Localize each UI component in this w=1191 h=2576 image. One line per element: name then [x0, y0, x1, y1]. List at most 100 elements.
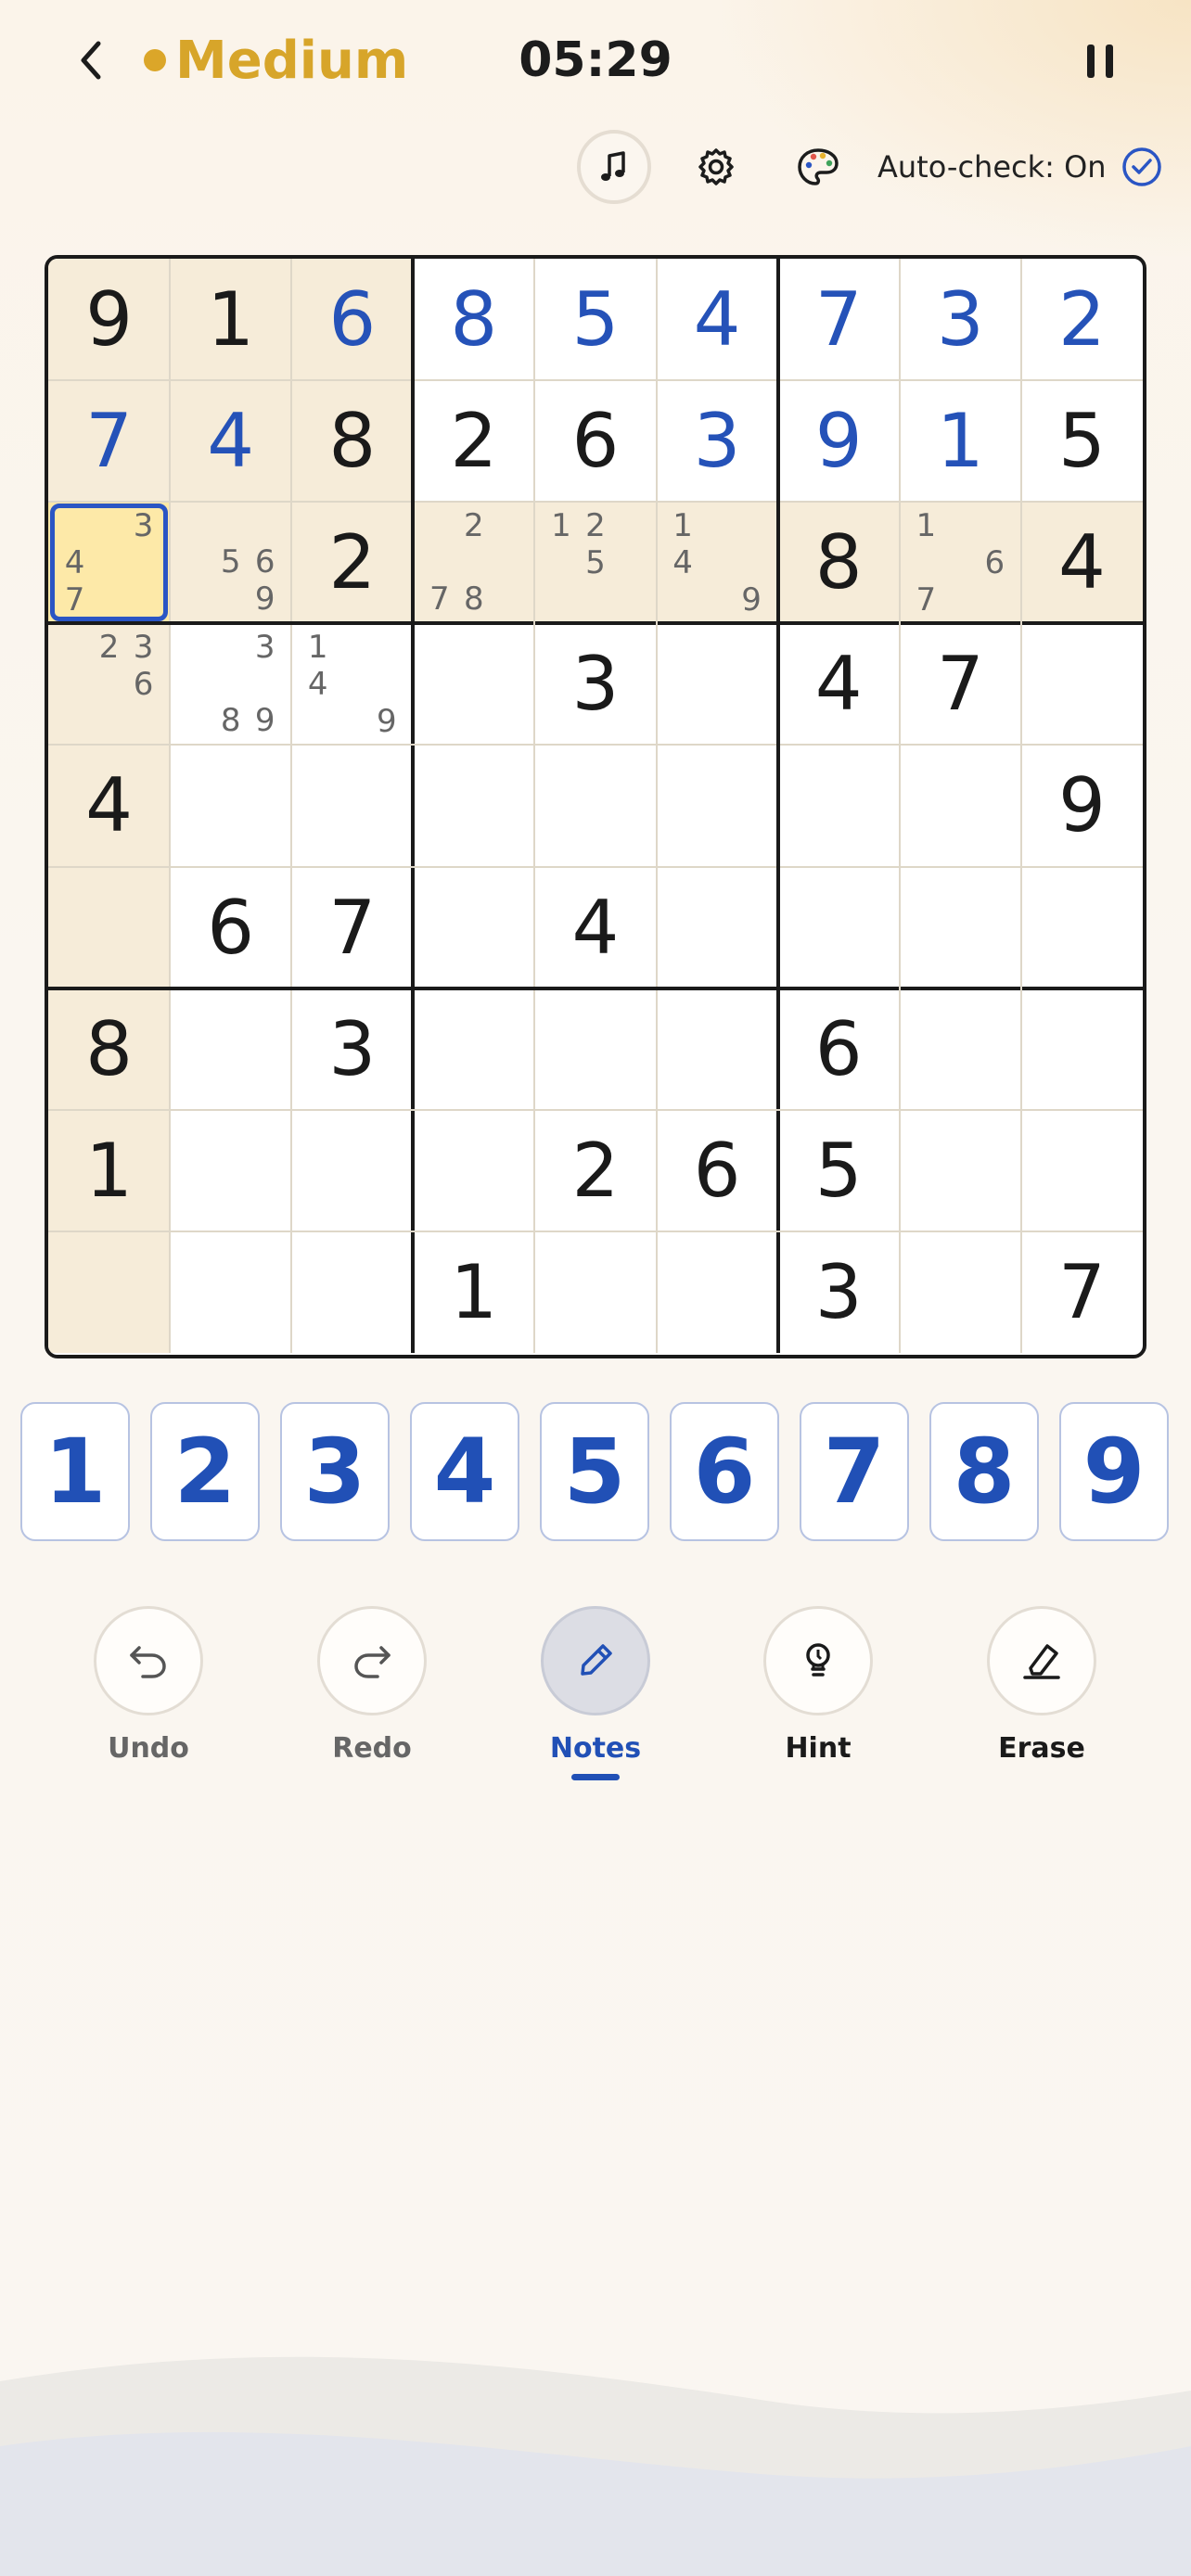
board-cell[interactable] [170, 1231, 291, 1353]
board-cell[interactable] [657, 1231, 778, 1353]
board-cell[interactable]: 9 [778, 380, 900, 502]
undo-button[interactable]: Undo [74, 1606, 223, 1765]
board-cell[interactable]: 4 [170, 380, 292, 503]
board-cell[interactable] [48, 1231, 171, 1353]
number-key-9[interactable]: 9 [1059, 1402, 1169, 1541]
music-button[interactable] [577, 130, 651, 204]
number-key-2[interactable]: 2 [150, 1402, 260, 1541]
board-cell[interactable] [413, 988, 534, 1110]
board-cell[interactable]: 7 [291, 867, 413, 988]
board-cell[interactable]: 4 [1020, 502, 1143, 624]
board-cell[interactable]: 7 [778, 259, 900, 380]
notes-button[interactable]: Notes [521, 1606, 670, 1780]
number-key-8[interactable]: 8 [929, 1402, 1039, 1541]
board-cell[interactable]: 6 [534, 380, 656, 502]
board-cell[interactable] [657, 745, 778, 866]
number-key-4[interactable]: 4 [410, 1402, 519, 1541]
board-cell[interactable] [48, 866, 171, 988]
board-cell[interactable] [1021, 623, 1143, 745]
board-cell[interactable] [291, 1231, 413, 1353]
board-cell[interactable] [900, 1231, 1021, 1353]
number-key-5[interactable]: 5 [540, 1402, 649, 1541]
number-key-7[interactable]: 7 [800, 1402, 909, 1541]
board-cell[interactable]: 4 [657, 259, 778, 380]
number-key-6[interactable]: 6 [670, 1402, 779, 1541]
board-cell[interactable] [657, 988, 778, 1110]
board-cell[interactable] [778, 745, 900, 866]
board-cell[interactable]: 3 [900, 259, 1021, 380]
board-cell[interactable]: 1 [413, 1231, 534, 1353]
board-cell[interactable] [1021, 988, 1143, 1110]
board-cell[interactable]: 2 [291, 502, 414, 624]
board-cell[interactable] [413, 1110, 534, 1231]
number-key-3[interactable]: 3 [280, 1402, 390, 1541]
board-cell[interactable] [900, 1110, 1021, 1231]
board-cell[interactable] [657, 623, 778, 745]
board-cell[interactable]: 8 [291, 380, 414, 503]
board-cell[interactable]: 14 9 [656, 502, 778, 624]
board-cell[interactable]: 8 [413, 259, 534, 380]
board-cell[interactable]: 389 [170, 623, 291, 745]
redo-button[interactable]: Redo [298, 1606, 446, 1765]
board-cell[interactable] [657, 867, 778, 988]
board-cell[interactable] [413, 623, 534, 745]
board-cell[interactable]: 2 [1021, 259, 1143, 380]
board-cell[interactable] [534, 988, 656, 1110]
board-cell[interactable] [534, 1231, 656, 1353]
board-cell[interactable]: 2 [413, 380, 534, 502]
board-cell[interactable] [900, 988, 1021, 1110]
board-cell[interactable]: 1 [170, 259, 292, 381]
board-cell[interactable]: 1 6 7 [899, 502, 1021, 624]
board-cell[interactable]: 3 [657, 380, 778, 502]
board-cell[interactable]: 5 [534, 259, 656, 380]
board-cell[interactable]: 4 [48, 745, 171, 867]
board-cell[interactable]: 569 [170, 502, 292, 624]
board-cell[interactable] [413, 745, 534, 866]
board-cell[interactable]: 7 [48, 380, 171, 503]
board-cell[interactable]: 4 [534, 867, 656, 988]
board-cell[interactable] [413, 867, 534, 988]
erase-button[interactable]: Erase [967, 1606, 1116, 1765]
board-cell[interactable]: 278 [413, 502, 535, 624]
board-cell[interactable] [170, 745, 291, 866]
board-cell[interactable]: 125 [534, 502, 657, 624]
board-cell[interactable]: 3 [291, 988, 413, 1110]
board-cell[interactable]: 14 9 [291, 623, 413, 745]
board-cell[interactable] [900, 867, 1021, 988]
board-cell[interactable]: 7 [900, 623, 1021, 745]
board-cell[interactable]: 3 [778, 1231, 900, 1353]
number-key-1[interactable]: 1 [20, 1402, 130, 1541]
autocheck-toggle[interactable]: Auto-check: On [877, 130, 1164, 204]
board-cell[interactable] [900, 745, 1021, 866]
board-cell[interactable]: 236 [48, 623, 171, 746]
pause-button[interactable] [1078, 37, 1124, 87]
board-cell[interactable]: 1 [900, 380, 1021, 502]
board-cell[interactable]: 6 [657, 1110, 778, 1231]
board-cell[interactable]: 3 [534, 623, 656, 745]
theme-button[interactable] [781, 130, 855, 204]
board-cell[interactable] [170, 1110, 291, 1231]
board-cell[interactable]: 8 [48, 988, 171, 1110]
board-cell[interactable] [1021, 867, 1143, 988]
board-cell[interactable]: 9 [48, 259, 171, 381]
board-cell[interactable] [534, 745, 656, 866]
board-cell[interactable] [778, 867, 900, 988]
board-cell[interactable]: 6 [170, 867, 291, 988]
board-cell[interactable] [170, 988, 291, 1110]
board-cell[interactable]: 4 [778, 623, 900, 745]
settings-button[interactable] [679, 130, 753, 204]
hint-button[interactable]: Hint [744, 1606, 892, 1765]
board-cell[interactable]: 5 [778, 1110, 900, 1231]
board-cell[interactable] [291, 745, 413, 866]
board-cell[interactable]: 5 [1021, 380, 1143, 502]
board-cell[interactable] [1021, 1110, 1143, 1231]
board-cell[interactable]: 6 [778, 988, 900, 1110]
back-button[interactable] [65, 32, 121, 88]
board-cell[interactable] [291, 1110, 413, 1231]
board-cell[interactable]: 8 [777, 502, 900, 624]
board-cell[interactable]: 9 [1021, 745, 1143, 866]
board-cell[interactable]: 6 [291, 259, 414, 381]
board-cell[interactable]: 1 [48, 1109, 171, 1231]
board-cell[interactable]: 7 [1021, 1231, 1143, 1353]
board-cell[interactable]: 2 [534, 1110, 656, 1231]
